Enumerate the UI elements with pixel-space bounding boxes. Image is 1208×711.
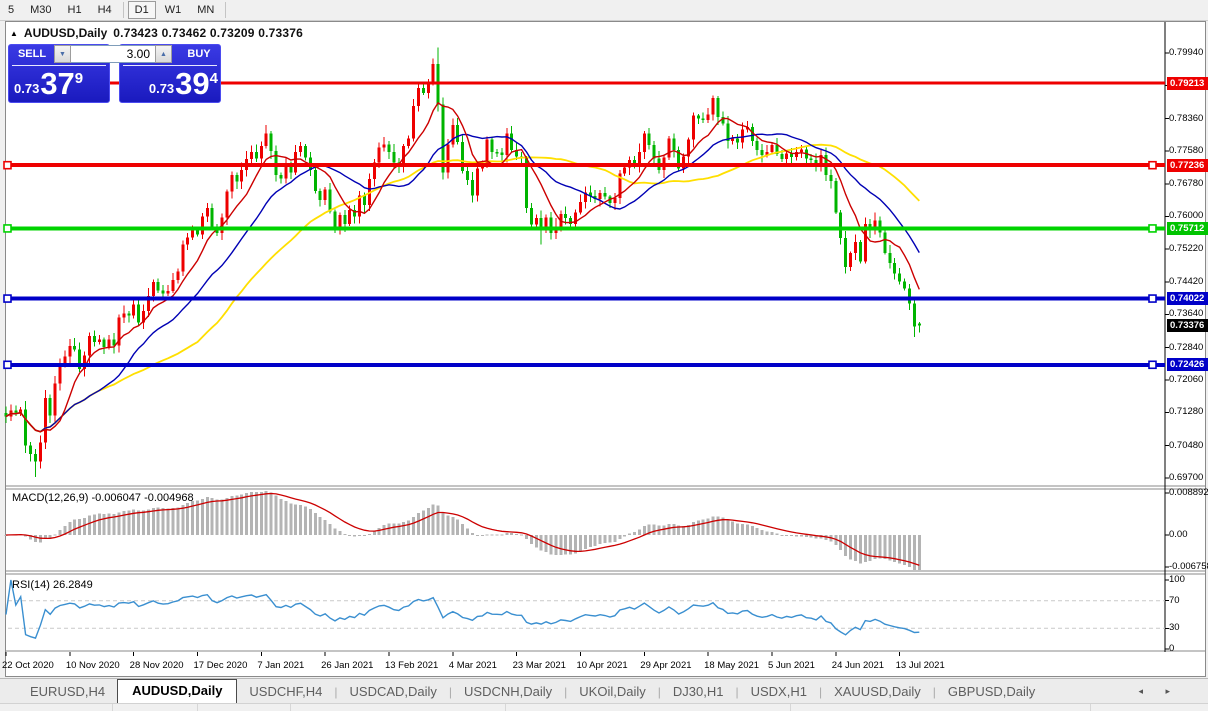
- tab-scroll-arrows[interactable]: ◂ ▸: [1138, 686, 1180, 697]
- price-axis-label: 0.70480: [1169, 440, 1203, 451]
- status-bar-divider: [505, 704, 506, 711]
- price-axis-label: 0.75220: [1169, 243, 1203, 254]
- buy-price-small: 0.73: [149, 81, 174, 96]
- macd-axis-label: 0.00: [1169, 529, 1188, 540]
- date-axis-label: 22 Oct 2020: [2, 660, 54, 671]
- date-axis-label: 17 Dec 2020: [193, 660, 247, 671]
- date-axis-label: 10 Apr 2021: [576, 660, 627, 671]
- date-axis-label: 7 Jan 2021: [257, 660, 304, 671]
- chart-tab-audusd[interactable]: AUDUSD,Daily: [117, 679, 237, 703]
- date-axis-label: 28 Nov 2020: [130, 660, 184, 671]
- price-badge: 0.79213: [1167, 77, 1208, 90]
- price-axis-label: 0.74420: [1169, 276, 1203, 287]
- sell-price-small: 0.73: [14, 81, 39, 96]
- lot-increase-button[interactable]: ▲: [155, 45, 172, 63]
- date-axis-label: 18 May 2021: [704, 660, 759, 671]
- sell-button[interactable]: SELL: [9, 48, 55, 60]
- status-bar-divider: [197, 704, 198, 711]
- price-axis-label: 0.78360: [1169, 113, 1203, 124]
- price-axis-label: 0.79940: [1169, 47, 1203, 58]
- price-axis-label: 0.77580: [1169, 145, 1203, 156]
- chart-title: ▲ AUDUSD,Daily 0.73423 0.73462 0.73209 0…: [10, 26, 303, 40]
- chart-ohlc-values: 0.73423 0.73462 0.73209 0.73376: [113, 26, 303, 40]
- price-axis-label: 0.71280: [1169, 406, 1203, 417]
- price-badge: 0.72426: [1167, 358, 1208, 371]
- price-axis-label: 0.76000: [1169, 210, 1203, 221]
- date-axis-label: 23 Mar 2021: [513, 660, 566, 671]
- lot-size-input[interactable]: [71, 45, 155, 63]
- date-axis-label: 29 Apr 2021: [640, 660, 691, 671]
- buy-price-sup: 4: [210, 70, 218, 87]
- macd-axis-label: 0.008892: [1169, 487, 1208, 498]
- chart-tab-usdchf[interactable]: USDCHF,H4: [237, 681, 334, 703]
- price-axis-label: 0.76780: [1169, 178, 1203, 189]
- date-axis-label: 4 Mar 2021: [449, 660, 497, 671]
- chart-canvas[interactable]: [0, 0, 1208, 711]
- sell-price[interactable]: 0.73 37 9: [14, 69, 107, 99]
- chart-symbol-label: AUDUSD,Daily: [24, 26, 107, 40]
- chart-tab-xauusd[interactable]: XAUUSD,Daily: [822, 681, 933, 703]
- sell-price-big: 37: [40, 69, 74, 99]
- price-axis-label: 0.72060: [1169, 374, 1203, 385]
- chart-tab-eurusd[interactable]: EURUSD,H4: [18, 681, 117, 703]
- date-axis-label: 13 Feb 2021: [385, 660, 438, 671]
- status-bar-divider: [290, 704, 291, 711]
- price-axis-label: 0.72840: [1169, 342, 1203, 353]
- date-axis-label: 13 Jul 2021: [896, 660, 945, 671]
- sell-price-sup: 9: [75, 70, 83, 87]
- date-axis-label: 5 Jun 2021: [768, 660, 815, 671]
- chart-tab-usdcad[interactable]: USDCAD,Daily: [338, 681, 449, 703]
- lot-decrease-button[interactable]: ▼: [54, 45, 71, 63]
- price-badge: 0.74022: [1167, 292, 1208, 305]
- date-axis-label: 26 Jan 2021: [321, 660, 373, 671]
- chart-tab-usdcnh[interactable]: USDCNH,Daily: [452, 681, 564, 703]
- buy-button[interactable]: BUY: [176, 48, 222, 60]
- chart-tab-dj30[interactable]: DJ30,H1: [661, 681, 736, 703]
- rsi-indicator-label: RSI(14) 26.2849: [12, 579, 93, 591]
- rsi-axis-label: 30: [1169, 622, 1180, 633]
- macd-axis-label: -0.006758: [1169, 561, 1208, 572]
- status-bar-divider: [790, 704, 791, 711]
- chart-tab-gbpusd[interactable]: GBPUSD,Daily: [936, 681, 1047, 703]
- price-badge: 0.77236: [1167, 159, 1208, 172]
- price-axis-label: 0.69700: [1169, 472, 1203, 483]
- date-axis-label: 10 Nov 2020: [66, 660, 120, 671]
- chart-tab-bar: EURUSD,H4AUDUSD,DailyUSDCHF,H4|USDCAD,Da…: [0, 678, 1208, 703]
- mt4-window: 5M30H1H4D1W1MN ▲ AUDUSD,Daily 0.73423 0.…: [0, 0, 1208, 711]
- price-axis-label: 0.73640: [1169, 308, 1203, 319]
- price-badge: 0.73376: [1167, 319, 1208, 332]
- status-bar-divider: [1090, 704, 1091, 711]
- chart-tab-ukoil[interactable]: UKOil,Daily: [567, 681, 657, 703]
- status-bar-divider: [112, 704, 113, 711]
- one-click-collapse-icon[interactable]: ▲: [10, 29, 18, 38]
- date-axis-label: 24 Jun 2021: [832, 660, 884, 671]
- rsi-axis-label: 0: [1169, 643, 1174, 654]
- chart-tab-usdx[interactable]: USDX,H1: [739, 681, 819, 703]
- candles-layer: [5, 48, 921, 477]
- buy-price-big: 39: [175, 69, 209, 99]
- macd-indicator-label: MACD(12,26,9) -0.006047 -0.004968: [12, 492, 194, 504]
- price-badge: 0.75712: [1167, 222, 1208, 235]
- one-click-trade-panel: SELL 0.73 37 9 BUY 0.73 39 4 ▼ ▲: [8, 44, 221, 104]
- buy-price[interactable]: 0.73 39 4: [125, 69, 218, 99]
- lot-size-control: ▼ ▲: [54, 45, 172, 63]
- status-bar: [0, 703, 1208, 711]
- rsi-axis-label: 70: [1169, 595, 1180, 606]
- rsi-axis-label: 100: [1169, 574, 1185, 585]
